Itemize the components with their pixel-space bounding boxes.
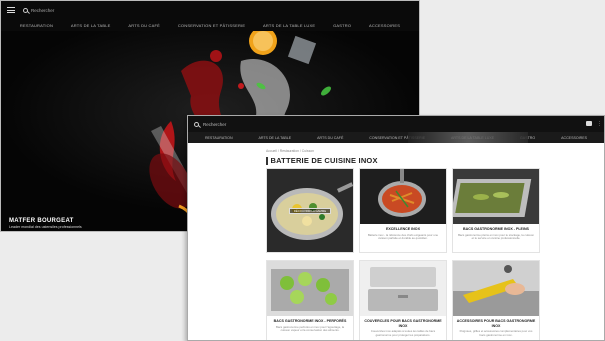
front-browser-window: Rechercher ⋮ RESTAURATION ARTS DE LA TAB… <box>187 115 605 341</box>
page-title: BATTERIE DE CUISINE INOX <box>266 156 604 165</box>
category-card[interactable]: EXCELLENCE INOX Batterie inox - la référ… <box>359 168 447 253</box>
back-top-bar: Rechercher <box>1 1 419 19</box>
card-label: ACCESSOIRES POUR BACS GASTRONORME INOX <box>456 319 536 328</box>
gastronorme-full-image <box>453 169 539 224</box>
back-search-placeholder: Rechercher <box>31 7 55 13</box>
back-nav-item[interactable]: RESTAURATION <box>20 23 53 28</box>
front-top-bar: Rechercher ⋮ <box>188 116 604 132</box>
back-nav-item[interactable]: ARTS DE LA TABLE <box>71 23 111 28</box>
card-image <box>360 169 446 224</box>
hamburger-menu-icon[interactable] <box>7 7 15 13</box>
back-nav-item[interactable]: ACCESSOIRES <box>369 23 400 28</box>
card-image <box>267 261 353 316</box>
hero-subtitle: Leader mondial des ustensiles profession… <box>9 225 82 229</box>
card-label: BACS GASTRONORME INOX - PERFORÉS <box>273 319 347 323</box>
breadcrumb[interactable]: Accueil / Restauration / Cuisson <box>266 149 604 153</box>
back-main-nav: RESTAURATION ARTS DE LA TABLE ARTS DU CA… <box>1 19 419 31</box>
card-description: Bacs gastronorme perforés en inox pour l… <box>275 324 344 333</box>
card-label: EXCELLENCE INOX <box>386 227 420 231</box>
card-description: Batterie inox - la référence des chefs e… <box>367 232 439 241</box>
back-search[interactable]: Rechercher <box>23 7 55 13</box>
category-card[interactable]: BACS GASTRONORME INOX - PLEINS Bacs gast… <box>452 168 540 253</box>
category-card-featured[interactable]: DÉCOUVRIR LA GAMME <box>266 168 354 253</box>
card-image: DÉCOUVRIR LA GAMME <box>267 169 353 252</box>
card-description: Couvercles inox adaptés à toutes les tai… <box>370 329 436 337</box>
card-label: BACS GASTRONORME INOX - PLEINS <box>463 227 529 231</box>
category-grid: DÉCOUVRIR LA GAMME EXCELLENCE INOX Batte… <box>266 168 541 340</box>
front-main-nav: RESTAURATION ARTS DE LA TABLE ARTS DU CA… <box>188 132 604 143</box>
back-nav-item[interactable]: ARTS DE LA TABLE LUXE <box>263 23 315 28</box>
card-image <box>453 169 539 224</box>
page-title-text: BATTERIE DE CUISINE INOX <box>270 156 378 165</box>
back-nav-item[interactable]: CONSERVATION ET PÂTISSERIE <box>178 23 245 28</box>
front-nav-item[interactable]: ARTS DE LA TABLE <box>258 136 291 140</box>
search-icon[interactable] <box>194 121 199 127</box>
front-nav-item[interactable]: ACCESSOIRES <box>561 136 587 140</box>
card-label: COUVERCLES POUR BACS GASTRONORME INOX <box>364 319 442 328</box>
back-nav-item[interactable]: GASTRO <box>333 23 351 28</box>
category-card[interactable]: ACCESSOIRES POUR BACS GASTRONORME INOX P… <box>452 260 540 340</box>
gastronorme-lids-image <box>360 261 446 316</box>
card-image <box>453 261 539 316</box>
title-accent-bar <box>266 156 268 165</box>
hero-title: MATFER BOURGEAT <box>9 218 74 224</box>
front-nav-item[interactable]: ARTS DU CAFÉ <box>317 136 343 140</box>
front-nav-item[interactable]: RESTAURATION <box>205 136 233 140</box>
category-card[interactable]: COUVERCLES POUR BACS GASTRONORME INOX Co… <box>359 260 447 340</box>
page-content: Accueil / Restauration / Cuisson BATTERI… <box>188 143 604 340</box>
discover-range-button[interactable]: DÉCOUVRIR LA GAMME <box>289 208 331 214</box>
card-description: Bacs gastronorme pleins en inox pour le … <box>458 232 534 241</box>
cart-icon[interactable] <box>586 121 592 126</box>
excellence-pan-image <box>360 169 446 224</box>
screenshot-stage: Rechercher RESTAURATION ARTS DE LA TABLE… <box>0 0 605 341</box>
hero-caption: MATFER BOURGEAT Leader mondial des usten… <box>9 218 82 229</box>
gastronorme-perforated-image <box>267 261 353 316</box>
gastronorme-accessories-image <box>453 261 539 316</box>
back-nav-item[interactable]: ARTS DU CAFÉ <box>128 23 160 28</box>
category-card[interactable]: BACS GASTRONORME INOX - PERFORÉS Bacs ga… <box>266 260 354 340</box>
front-search-placeholder[interactable]: Rechercher <box>203 122 226 127</box>
more-icon[interactable]: ⋮ <box>597 121 602 127</box>
search-icon <box>23 7 28 13</box>
card-image <box>360 261 446 316</box>
card-description: Poignées, grilles et accessoires complém… <box>459 329 533 337</box>
